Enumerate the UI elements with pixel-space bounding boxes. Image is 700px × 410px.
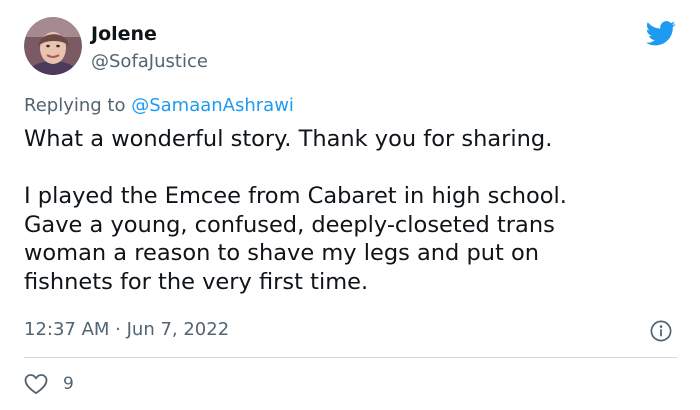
tweet-text-line: What a wonderful story. Thank you for sh…	[24, 126, 553, 152]
tweet-card: Jolene @SofaJustice Replying to @SamaanA…	[0, 0, 700, 410]
author-name[interactable]: Jolene	[91, 22, 157, 46]
author-handle[interactable]: @SofaJustice	[91, 50, 208, 74]
heart-icon[interactable]	[24, 373, 48, 395]
tweet-text: What a wonderful story. Thank you for sh…	[24, 125, 674, 296]
replying-to: Replying to @SamaanAshrawi	[24, 94, 294, 118]
reply-mention-link[interactable]: @SamaanAshrawi	[131, 95, 294, 116]
info-icon[interactable]	[650, 320, 672, 342]
avatar[interactable]	[24, 17, 82, 75]
tweet-timestamp[interactable]: 12:37 AM · Jun 7, 2022	[24, 318, 229, 342]
tweet-text-line: fishnets for the very first time.	[24, 268, 369, 295]
like-count: 9	[63, 374, 74, 394]
divider	[24, 357, 677, 358]
replying-to-label: Replying to	[24, 95, 126, 116]
avatar-image	[24, 17, 82, 75]
tweet-text-line: I played the Emcee from Cabaret in high …	[24, 183, 567, 209]
tweet-text-line: woman a reason to shave my legs and put …	[24, 240, 539, 266]
tweet-text-line: Gave a young, confused, deeply-closeted …	[24, 211, 555, 238]
twitter-bird-icon[interactable]	[646, 21, 676, 46]
